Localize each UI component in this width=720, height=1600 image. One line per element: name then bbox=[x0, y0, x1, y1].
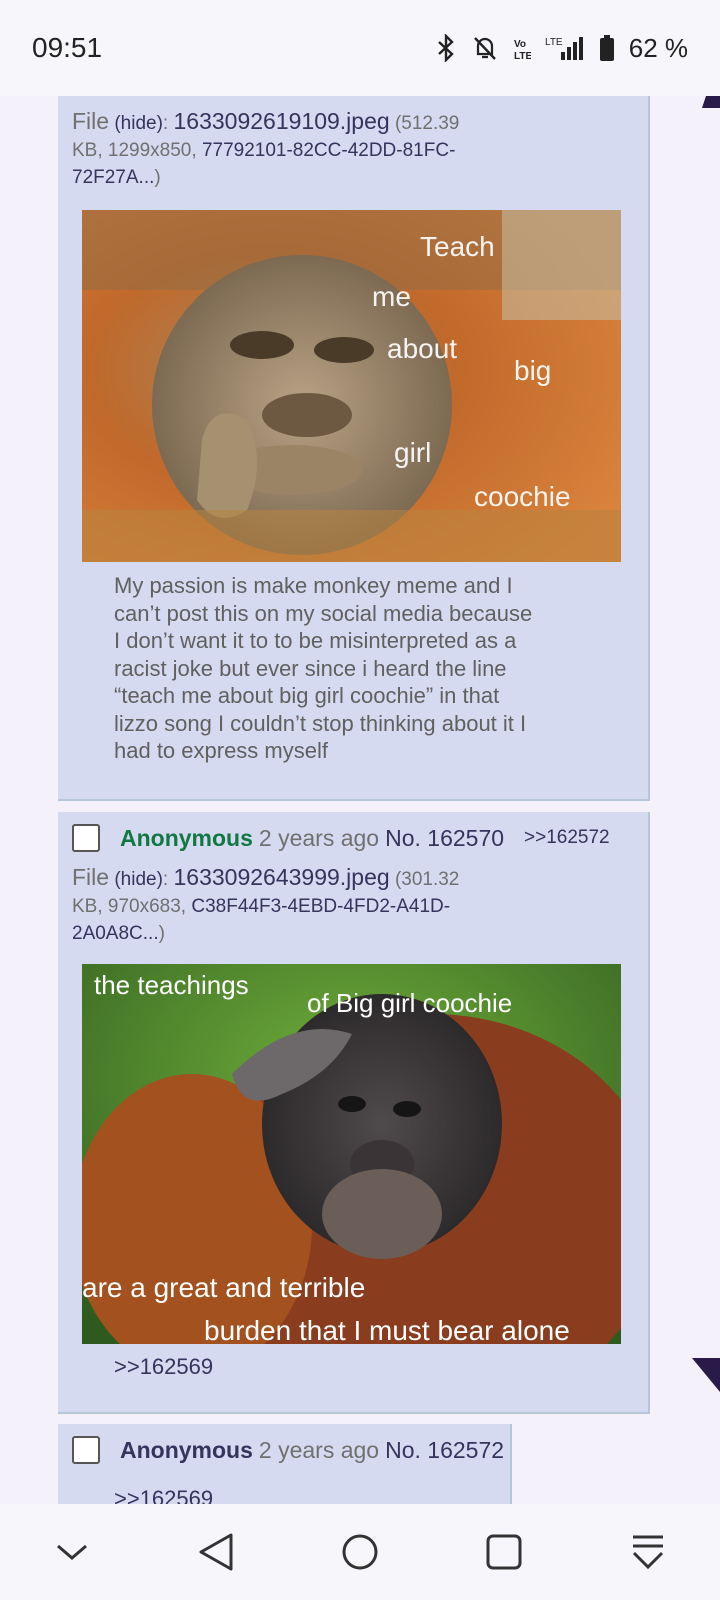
poster-name: Anonymous bbox=[120, 1436, 253, 1463]
post-number-link[interactable]: No. 162570 bbox=[385, 825, 504, 852]
scroll-bottom-icon[interactable] bbox=[618, 1522, 678, 1582]
volte-icon: Vo LTE bbox=[513, 34, 531, 62]
meme-word: girl bbox=[394, 437, 431, 468]
post-162569: File (hide): 1633092619109.jpeg (512.39 … bbox=[58, 96, 650, 801]
meme-caption: are a great and terrible bbox=[82, 1272, 365, 1303]
home-icon[interactable] bbox=[330, 1522, 390, 1582]
post-image[interactable]: the teachings of Big girl coochie are a … bbox=[82, 964, 621, 1344]
svg-text:LTE: LTE bbox=[514, 51, 531, 62]
quote-link[interactable]: >>162569 bbox=[114, 1486, 213, 1504]
thread-page: File (hide): 1633092619109.jpeg (512.39 … bbox=[0, 96, 720, 1504]
file-label: File bbox=[72, 108, 110, 134]
meme-word: big bbox=[514, 355, 551, 386]
meme-caption: the teachings bbox=[94, 970, 249, 1000]
post-date: 2 years ago bbox=[258, 1436, 380, 1463]
post-date: 2 years ago bbox=[258, 824, 380, 851]
file-size: (301.32 bbox=[394, 869, 460, 890]
file-name-link[interactable]: 1633092619109.jpeg bbox=[173, 108, 389, 134]
file-dimensions: KB, 970x683, bbox=[72, 896, 187, 917]
clock: 09:51 bbox=[32, 32, 103, 63]
svg-text:Vo: Vo bbox=[514, 39, 526, 50]
battery-percent: 62 % bbox=[628, 32, 688, 63]
recents-icon[interactable] bbox=[474, 1522, 534, 1582]
original-filename-link-cont[interactable]: 2A0A8C... bbox=[72, 923, 159, 944]
original-filename-link-cont[interactable]: 72F27A... bbox=[72, 167, 154, 188]
scroll-marker-icon bbox=[692, 1358, 720, 1392]
bluetooth-icon bbox=[435, 34, 457, 62]
post-select-checkbox[interactable] bbox=[72, 824, 100, 852]
post-number-link[interactable]: No. 162572 bbox=[385, 1437, 504, 1464]
battery-icon bbox=[599, 34, 615, 62]
chevron-down-icon[interactable] bbox=[42, 1522, 102, 1582]
back-icon[interactable] bbox=[186, 1522, 246, 1582]
post-image[interactable]: Teach me about big girl coochie bbox=[82, 210, 621, 562]
backlink[interactable]: >>162572 bbox=[524, 827, 610, 849]
file-size: (512.39 bbox=[394, 113, 460, 134]
post-162572: Anonymous 2 years ago No. 162572 >>16256… bbox=[58, 1424, 512, 1504]
meme-caption: of Big girl coochie bbox=[307, 988, 512, 1018]
post-select-checkbox[interactable] bbox=[72, 1436, 100, 1464]
scroll-marker-icon bbox=[702, 96, 720, 108]
hide-image-link[interactable]: (hide) bbox=[114, 869, 163, 890]
poster-name: Anonymous bbox=[120, 824, 253, 851]
file-info: File (hide): 1633092619109.jpeg (512.39 … bbox=[72, 108, 460, 188]
post-header: Anonymous 2 years ago No. 162572 bbox=[72, 1436, 504, 1464]
meme-word: about bbox=[387, 333, 457, 364]
silent-bell-icon bbox=[471, 34, 499, 62]
post-header: Anonymous 2 years ago No. 162570 >>16257… bbox=[72, 824, 610, 852]
file-dimensions: KB, 1299x850, bbox=[72, 140, 197, 161]
post-comment: My passion is make monkey meme and I can… bbox=[114, 573, 533, 763]
original-filename-link[interactable]: 77792101-82CC-42DD-81FC- bbox=[202, 140, 455, 161]
meme-caption: burden that I must bear alone bbox=[204, 1315, 570, 1344]
hide-image-link[interactable]: (hide) bbox=[114, 113, 163, 134]
post-162570: Anonymous 2 years ago No. 162570 >>16257… bbox=[58, 812, 650, 1414]
navigation-bar bbox=[0, 1504, 720, 1600]
lte-icon: LTE bbox=[545, 34, 585, 62]
meme-word: coochie bbox=[474, 481, 571, 512]
meme-word: Teach bbox=[420, 231, 495, 262]
original-filename-link[interactable]: C38F44F3-4EBD-4FD2-A41D- bbox=[191, 896, 450, 917]
quote-link[interactable]: >>162569 bbox=[114, 1354, 213, 1380]
file-name-link[interactable]: 1633092643999.jpeg bbox=[173, 864, 389, 890]
network-type-label: LTE bbox=[545, 37, 563, 48]
file-info: File (hide): 1633092643999.jpeg (301.32 … bbox=[72, 864, 460, 944]
status-bar: 09:51 Vo LTE LTE 62 % bbox=[0, 0, 720, 96]
meme-word: me bbox=[372, 281, 411, 312]
file-label: File bbox=[72, 864, 110, 890]
status-icons: Vo LTE LTE 62 % bbox=[435, 33, 688, 64]
